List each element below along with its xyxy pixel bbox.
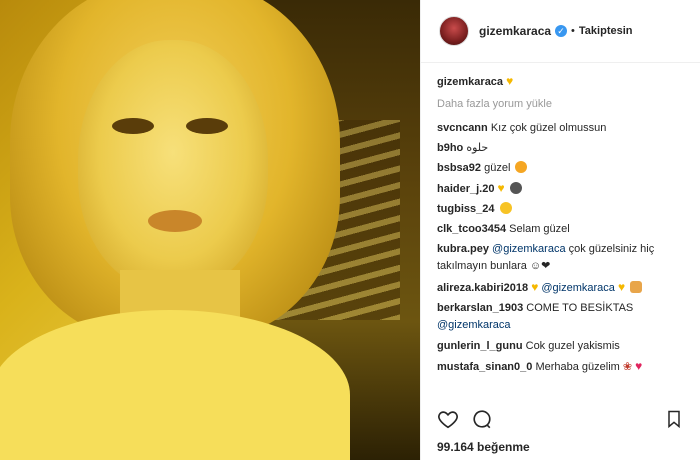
follow-status-button[interactable]: Takiptesin <box>579 25 633 37</box>
sad-face-emoji-icon <box>509 182 522 194</box>
load-more-comments-link[interactable]: Daha fazla yorum yükle <box>437 92 684 118</box>
comment-username[interactable]: tugbiss_24 <box>437 203 494 215</box>
comment-text: COME TO BESİKTAS <box>526 302 634 314</box>
caption-username[interactable]: gizemkaraca <box>437 76 503 88</box>
comment-row: haider_j.20 ♥ <box>437 178 684 199</box>
comment-row: clk_tcoo3454 Selam güzel <box>437 219 684 239</box>
comment-text: Selam güzel <box>509 223 570 235</box>
comment-row: tugbiss_24 <box>437 199 684 219</box>
post-actions <box>437 408 493 433</box>
comment-text: Merhaba güzelim <box>535 361 620 373</box>
post-header: gizemkaraca ✓ • Takiptesin <box>421 0 700 63</box>
avatar[interactable] <box>439 16 469 46</box>
comment-bubble-icon[interactable] <box>471 408 493 433</box>
yellow-heart-icon: ♥ <box>531 280 539 294</box>
comment-text: حلوه <box>466 142 489 154</box>
likes-count[interactable]: 99.164 beğenme <box>437 440 530 454</box>
comment-mention-link[interactable]: @gizemkaraca <box>437 319 511 331</box>
comment-row: bsbsa92 güzel <box>437 158 684 178</box>
comment-mention-link[interactable]: @gizemkaraca <box>492 243 566 255</box>
comment-mention-link[interactable]: @gizemkaraca <box>541 282 615 294</box>
photo-lips <box>148 210 202 232</box>
instagram-post: gizemkaraca ✓ • Takiptesin gizemkaraca ♥… <box>0 0 700 460</box>
comment-row: alireza.kabiri2018 ♥ @gizemkaraca ♥ <box>437 277 684 298</box>
photo-face <box>78 40 268 290</box>
comment-username[interactable]: haider_j.20 <box>437 183 494 195</box>
comment-row: svcncann Kız çok güzel olmussun <box>437 118 684 138</box>
smile-emoji-icon <box>499 202 512 214</box>
comment-text: güzel <box>484 162 511 174</box>
comment-row: gunlerin_l_gunu Cok guzel yakismis <box>437 336 684 356</box>
post-photo[interactable] <box>0 0 420 460</box>
comment-username[interactable]: berkarslan_1903 <box>437 302 523 314</box>
comment-username[interactable]: mustafa_sinan0_0 <box>437 361 532 373</box>
hand-emoji-icon <box>630 281 643 293</box>
heart-outline-icon[interactable] <box>437 408 459 433</box>
comment-username[interactable]: b9ho <box>437 142 463 154</box>
comment-row: mustafa_sinan0_0 Merhaba güzelim ❀ ♥ <box>437 356 684 377</box>
comment-text: Kız çok güzel olmussun <box>490 122 607 134</box>
comment-text: Cok guzel yakismis <box>525 340 620 352</box>
post-side-panel: gizemkaraca ✓ • Takiptesin gizemkaraca ♥… <box>420 0 700 460</box>
comment-username[interactable]: bsbsa92 <box>437 162 481 174</box>
comment-username[interactable]: kubra.pey <box>437 243 489 255</box>
photo-eye-right <box>186 118 228 134</box>
comment-username[interactable]: alireza.kabiri2018 <box>437 282 528 294</box>
comment-row: kubra.pey @gizemkaraca çok güzelsiniz hi… <box>437 239 684 277</box>
comment-username[interactable]: svcncann <box>437 122 488 134</box>
yellow-heart-icon: ♥ <box>617 280 626 294</box>
comments-list: gizemkaraca ♥ Daha fazla yorum yükle svc… <box>421 63 700 377</box>
rose-emoji-icon: ❀ <box>622 361 633 373</box>
caption: gizemkaraca ♥ <box>437 71 684 92</box>
yellow-heart-icon: ♥ <box>497 181 505 195</box>
comment-username[interactable]: clk_tcoo3454 <box>437 223 506 235</box>
bookmark-icon[interactable] <box>664 408 684 433</box>
heart-eyes-emoji-icon <box>515 161 528 173</box>
comment-row: berkarslan_1903 COME TO BESİKTAS @gizemk… <box>437 298 684 336</box>
yellow-heart-icon: ♥ <box>506 74 514 88</box>
red-heart-icon: ♥ <box>635 359 643 373</box>
photo-eye-left <box>112 118 154 134</box>
verified-badge-icon: ✓ <box>555 25 568 37</box>
header-separator: • <box>571 25 575 37</box>
header-username[interactable]: gizemkaraca <box>479 24 551 38</box>
comment-username[interactable]: gunlerin_l_gunu <box>437 340 523 352</box>
comment-row: b9ho حلوه <box>437 138 684 158</box>
